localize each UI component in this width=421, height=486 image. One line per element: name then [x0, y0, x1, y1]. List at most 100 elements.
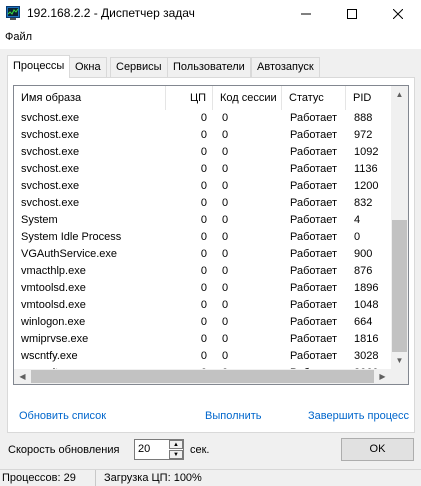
- cell-pid: 0: [354, 231, 361, 243]
- column-session-id[interactable]: Код сессии: [213, 86, 282, 110]
- ok-button[interactable]: OK: [341, 438, 414, 461]
- column-image-name[interactable]: Имя образа: [14, 86, 166, 110]
- cell-status: Работает: [290, 163, 338, 175]
- scroll-right-arrow-icon[interactable]: ▶: [374, 368, 391, 385]
- cell-status: Работает: [290, 214, 338, 226]
- horizontal-scroll-thumb[interactable]: [31, 370, 374, 383]
- cell-session-id: 0: [222, 248, 229, 260]
- cell-pid: 1092: [354, 146, 379, 158]
- cell-image-name: System: [21, 214, 58, 226]
- cell-cpu: 0: [200, 350, 207, 362]
- cell-pid: 900: [354, 248, 373, 260]
- table-row[interactable]: VGAuthService.exe 0 0 Работает 900: [14, 246, 391, 263]
- table-row[interactable]: svchost.exe 0 0 Работает 832: [14, 195, 391, 212]
- cell-pid: 1136: [354, 163, 378, 175]
- cell-session-id: 0: [222, 146, 229, 158]
- maximize-icon: [347, 9, 357, 20]
- cell-image-name: vmtoolsd.exe: [21, 282, 86, 294]
- table-row[interactable]: svchost.exe 0 0 Работает 972: [14, 127, 391, 144]
- cell-cpu: 0: [200, 163, 207, 175]
- cell-status: Работает: [290, 112, 338, 124]
- cell-pid: 876: [354, 265, 373, 277]
- cell-session-id: 0: [222, 265, 229, 277]
- tab-windows[interactable]: Окна: [69, 57, 107, 77]
- refresh-rate-value[interactable]: 20: [138, 442, 150, 457]
- cell-session-id: 0: [222, 112, 229, 124]
- title-bar: 192.168.2.2 - Диспетчер задач: [0, 0, 421, 27]
- table-row[interactable]: vmtoolsd.exe 0 0 Работает 1896: [14, 280, 391, 297]
- task-manager-icon: [6, 6, 20, 20]
- cell-cpu: 0: [200, 248, 207, 260]
- end-process-link[interactable]: Завершить процесс: [308, 409, 409, 423]
- column-status[interactable]: Статус: [282, 86, 346, 110]
- column-cpu[interactable]: ЦП: [166, 86, 213, 110]
- column-pid[interactable]: PID: [346, 86, 391, 110]
- table-row[interactable]: vmtoolsd.exe 0 0 Работает 1048: [14, 297, 391, 314]
- table-row[interactable]: System 0 0 Работает 4: [14, 212, 391, 229]
- tab-processes[interactable]: Процессы: [7, 55, 71, 78]
- table-row[interactable]: vmacthlp.exe 0 0 Работает 876: [14, 263, 391, 280]
- cell-status: Работает: [290, 333, 338, 345]
- refresh-rate-stepper[interactable]: 20 ▲ ▼: [134, 439, 184, 460]
- horizontal-scrollbar[interactable]: ◀ ▶: [14, 369, 391, 384]
- cell-status: Работает: [290, 180, 338, 192]
- cell-pid: 888: [354, 112, 373, 124]
- cell-image-name: svchost.exe: [21, 197, 80, 209]
- close-button[interactable]: [375, 0, 421, 27]
- cell-session-id: 0: [222, 214, 229, 226]
- vertical-scrollbar[interactable]: ▲ ▼: [391, 86, 408, 369]
- refresh-rate-label: Скорость обновления: [8, 444, 120, 456]
- cell-pid: 1896: [354, 282, 379, 294]
- cell-session-id: 0: [222, 299, 229, 311]
- scroll-up-arrow-icon[interactable]: ▲: [391, 86, 408, 103]
- cell-pid: 1200: [354, 180, 379, 192]
- table-row[interactable]: svchost.exe 0 0 Работает 1136: [14, 161, 391, 178]
- cell-cpu: 0: [200, 299, 207, 311]
- scroll-corner: [391, 369, 408, 384]
- cell-cpu: 0: [200, 316, 207, 328]
- refresh-list-link[interactable]: Обновить список: [19, 409, 106, 423]
- scroll-left-arrow-icon[interactable]: ◀: [14, 368, 31, 385]
- status-bar: Процессов: 29 Загрузка ЦП: 100%: [0, 469, 421, 486]
- table-row[interactable]: wmiprvse.exe 0 0 Работает 1816: [14, 331, 391, 348]
- run-link[interactable]: Выполнить: [205, 409, 261, 423]
- status-cpu-load: Загрузка ЦП: 100%: [104, 472, 202, 484]
- table-row[interactable]: System Idle Process 0 0 Работает 0: [14, 229, 391, 246]
- cell-image-name: System Idle Process: [21, 231, 122, 243]
- cell-image-name: VGAuthService.exe: [21, 248, 117, 260]
- cell-image-name: svchost.exe: [21, 163, 80, 175]
- tab-services[interactable]: Сервисы: [110, 57, 168, 77]
- scroll-down-arrow-icon[interactable]: ▼: [391, 352, 408, 369]
- table-row[interactable]: svchost.exe 0 0 Работает 888: [14, 110, 391, 127]
- spin-down-icon[interactable]: ▼: [169, 450, 183, 459]
- cell-session-id: 0: [222, 197, 229, 209]
- cell-pid: 1816: [354, 333, 379, 345]
- cell-image-name: svchost.exe: [21, 180, 80, 192]
- table-row[interactable]: winlogon.exe 0 0 Работает 664: [14, 314, 391, 331]
- table-row[interactable]: wscntfy.exe 0 0 Работает 3028: [14, 348, 391, 365]
- spin-up-icon[interactable]: ▲: [169, 440, 183, 449]
- table-row[interactable]: svchost.exe 0 0 Работает 1092: [14, 144, 391, 161]
- cell-cpu: 0: [200, 146, 207, 158]
- maximize-button[interactable]: [329, 0, 375, 27]
- process-list[interactable]: Имя образа ЦП Код сессии Статус PID svch…: [13, 85, 409, 385]
- cell-status: Работает: [290, 265, 338, 277]
- tab-autorun[interactable]: Автозапуск: [251, 57, 320, 77]
- minimize-button[interactable]: [283, 0, 329, 27]
- cell-cpu: 0: [200, 231, 207, 243]
- cell-cpu: 0: [200, 265, 207, 277]
- cell-cpu: 0: [200, 129, 207, 141]
- cell-image-name: svchost.exe: [21, 112, 80, 124]
- cell-pid: 664: [354, 316, 373, 328]
- cell-cpu: 0: [200, 180, 207, 192]
- cell-image-name: wmiprvse.exe: [21, 333, 89, 345]
- tab-users[interactable]: Пользователи: [167, 57, 251, 77]
- menu-file[interactable]: Файл: [5, 31, 32, 44]
- cell-image-name: vmacthlp.exe: [21, 265, 86, 277]
- cell-session-id: 0: [222, 350, 229, 362]
- status-process-count: Процессов: 29: [0, 470, 96, 486]
- cell-pid: 972: [354, 129, 373, 141]
- table-row[interactable]: svchost.exe 0 0 Работает 1200: [14, 178, 391, 195]
- vertical-scroll-thumb[interactable]: [392, 220, 407, 352]
- cell-cpu: 0: [200, 282, 207, 294]
